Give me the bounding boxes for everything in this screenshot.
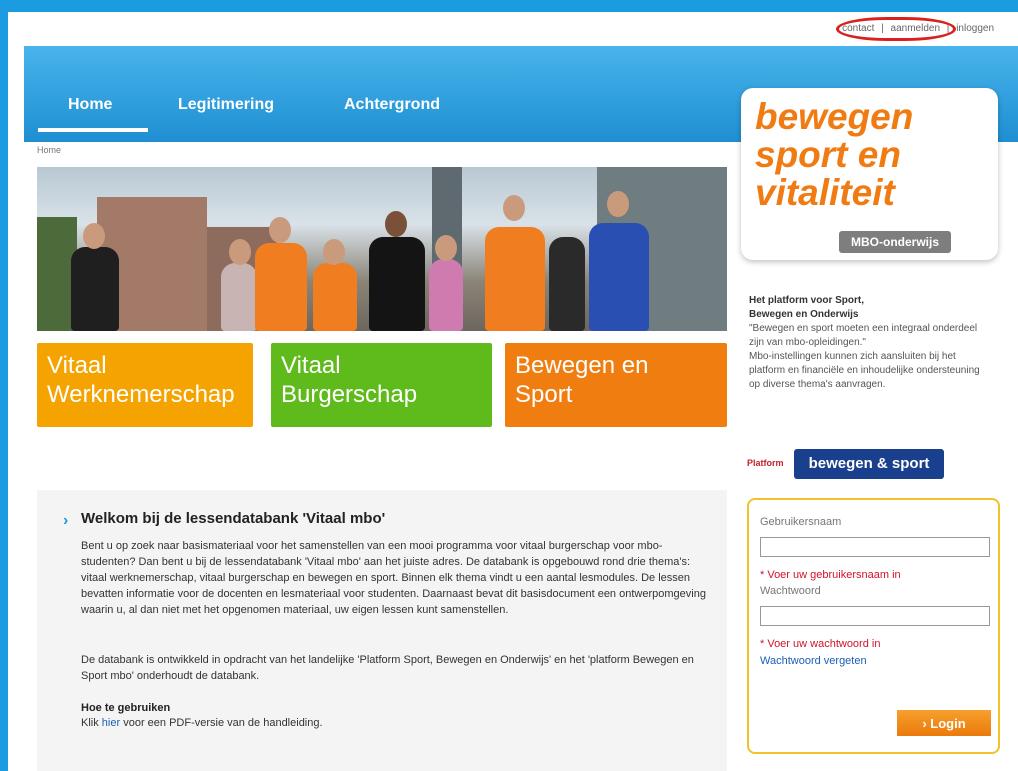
tab-home[interactable]: Home: [68, 96, 112, 114]
tile-line: Werknemerschap: [47, 381, 235, 408]
tile-vitaal-burgerschap[interactable]: Vitaal Burgerschap: [271, 343, 492, 427]
platform-quote: "Bewegen en sport moeten een integraal o…: [749, 323, 978, 348]
runner-head: [229, 239, 251, 265]
runner: [255, 243, 307, 331]
tile-line: Bewegen en: [515, 352, 649, 379]
username-label: Gebruikersnaam: [760, 516, 842, 528]
runner: [369, 237, 425, 331]
welcome-paragraph: De databank is ontwikkeld in opdracht va…: [81, 654, 694, 682]
tile-vitaal-werknemerschap[interactable]: Vitaal Werknemerschap: [37, 343, 253, 427]
how-suffix: voor een PDF-versie van de handleiding.: [123, 717, 323, 729]
tab-achtergrond[interactable]: Achtergrond: [344, 96, 440, 114]
welcome-section: › Welkom bij de lessendatabank 'Vitaal m…: [37, 490, 727, 771]
welcome-title: Welkom bij de lessendatabank 'Vitaal mbo…: [81, 510, 386, 527]
brand-logo-box[interactable]: bewegen sport en vitaliteit MBO-onderwij…: [741, 88, 998, 260]
password-error: * Voer uw wachtwoord in: [760, 638, 881, 650]
runner-head: [503, 195, 525, 221]
active-tab-indicator: [38, 128, 148, 132]
welcome-paragraph: Bent u op zoek naar basismateriaal voor …: [81, 540, 706, 616]
platform-heading: Bewegen en Onderwijs: [749, 309, 859, 320]
brand-logo-text: bewegen sport en vitaliteit: [755, 98, 913, 212]
tile-bewegen-en-sport[interactable]: Bewegen en Sport: [505, 343, 727, 427]
manual-pdf-link[interactable]: hier: [102, 717, 120, 729]
brand-line: bewegen: [755, 96, 914, 137]
login-form: Gebruikersnaam * Voer uw gebruikersnaam …: [747, 498, 1000, 754]
brand-line: sport en: [755, 134, 901, 175]
username-error: * Voer uw gebruikersnaam in: [760, 569, 901, 581]
highlight-ring-annotation: [836, 17, 956, 41]
platform-body: Mbo-instellingen kunnen zich aansluiten …: [749, 351, 980, 390]
runner-head: [83, 223, 105, 249]
login-button[interactable]: › Login: [897, 710, 991, 736]
password-input[interactable]: [760, 606, 990, 626]
runner: [313, 263, 357, 331]
runner: [429, 259, 463, 331]
tile-line: Vitaal: [47, 352, 107, 379]
page-margin: [8, 12, 24, 771]
tile-line: Vitaal: [281, 352, 341, 379]
how-prefix: Klik: [81, 717, 99, 729]
runner: [71, 247, 119, 331]
runner: [549, 237, 585, 331]
how-to-use-text: Klik hier voor een PDF-versie van de han…: [81, 717, 323, 729]
hero-photo: [37, 167, 727, 331]
runner: [221, 263, 257, 331]
brand-line: vitaliteit: [755, 172, 895, 213]
tab-legitimering[interactable]: Legitimering: [178, 96, 274, 114]
runner: [485, 227, 545, 331]
mbo-badge: MBO-onderwijs: [839, 231, 952, 253]
platform-heading: Het platform voor Sport,: [749, 295, 865, 306]
runner-head: [323, 239, 345, 265]
window-left-edge: [0, 0, 8, 771]
password-label: Wachtwoord: [760, 585, 821, 597]
breadcrumb[interactable]: Home: [37, 145, 61, 155]
platform-description: Het platform voor Sport, Bewegen en Onde…: [749, 294, 989, 392]
runner-head: [435, 235, 457, 261]
runner-head: [607, 191, 629, 217]
runner: [589, 223, 649, 331]
tile-line: Sport: [515, 381, 573, 408]
runner-head: [385, 211, 407, 237]
tile-line: Burgerschap: [281, 381, 418, 408]
how-to-use-heading: Hoe te gebruiken: [81, 702, 171, 714]
chevron-right-icon: ›: [63, 512, 69, 529]
forgot-password-link[interactable]: Wachtwoord vergeten: [760, 655, 867, 667]
platform-label: Platform: [747, 458, 784, 468]
page: contact | aanmelden | inloggen Home Legi…: [24, 12, 1018, 771]
username-input[interactable]: [760, 537, 990, 557]
bewegen-sport-logo[interactable]: bewegen & sport: [794, 449, 944, 479]
runner-head: [269, 217, 291, 243]
inloggen-link[interactable]: inloggen: [956, 23, 994, 34]
